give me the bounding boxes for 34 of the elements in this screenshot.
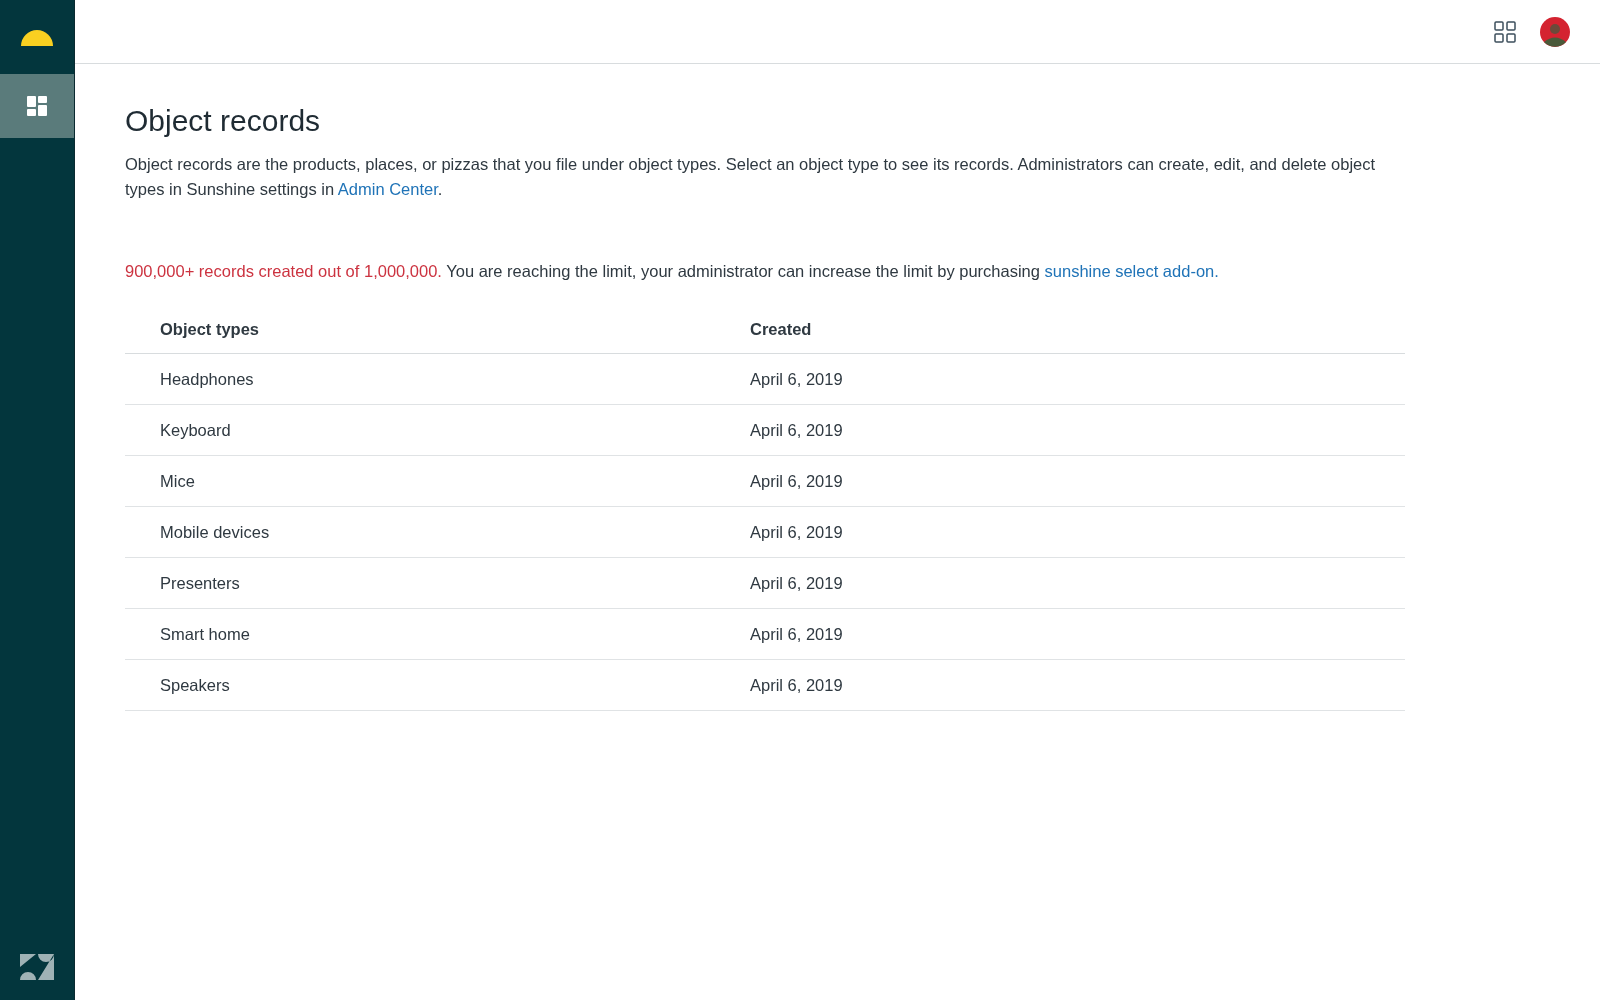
table-row[interactable]: Headphones April 6, 2019 xyxy=(125,354,1405,405)
column-header: Created xyxy=(750,319,813,339)
table-cell-text: April 6, 2019 xyxy=(750,369,844,389)
table-cell-text: April 6, 2019 xyxy=(750,522,844,542)
user-avatar[interactable] xyxy=(1540,16,1570,47)
table-row[interactable]: Speakers April 6, 2019 xyxy=(125,660,1405,711)
table-row[interactable]: Presenters April 6, 2019 xyxy=(125,558,1405,609)
table-cell-text: Speakers xyxy=(160,675,231,695)
limit-warning-text: 900,000+ records created out of 1,000,000. xyxy=(125,262,442,280)
table-cell-text: April 6, 2019 xyxy=(750,573,844,593)
column-header: Object types xyxy=(160,319,261,339)
admin-center-link[interactable]: Admin Center xyxy=(337,180,438,198)
table-cell-text: Presenters xyxy=(160,573,241,593)
table-row[interactable]: Smart home April 6, 2019 xyxy=(125,609,1405,660)
table-cell-text: April 6, 2019 xyxy=(750,420,844,440)
dashboard-icon xyxy=(27,96,47,116)
table-cell-text: Mobile devices xyxy=(160,522,271,542)
table-row[interactable]: Keyboard April 6, 2019 xyxy=(125,405,1405,456)
z-logo-icon[interactable] xyxy=(20,954,54,980)
table-cell-text: Mice xyxy=(160,471,196,491)
table-cell-text: Headphones xyxy=(160,369,255,389)
dashboard-nav-item[interactable] xyxy=(0,74,74,138)
table-row[interactable]: Mice April 6, 2019 xyxy=(125,456,1405,507)
add-on-link[interactable]: sunshine select add-on. xyxy=(1044,262,1219,280)
table-cell-text: Keyboard xyxy=(160,420,232,440)
table-cell-text: April 6, 2019 xyxy=(750,675,844,695)
description-text: Object records are the products, places, or pizzas that you file under object types. Select an object type to see its records. Administrators can create, edit, and delete object types in Sunshine settings in Admin Center. xyxy=(125,154,1377,200)
table-row[interactable]: Mobile devices April 6, 2019 xyxy=(125,507,1405,558)
page-title: Object records xyxy=(125,104,322,138)
table-cell-text: April 6, 2019 xyxy=(750,471,844,491)
apps-grid-icon[interactable] xyxy=(1494,20,1516,43)
limit-message-text: You are reaching the limit, your administrator can increase the limit by purchasing sunshine select add-on. xyxy=(446,262,1219,280)
table-cell-text: April 6, 2019 xyxy=(750,624,844,644)
table-cell-text: Smart home xyxy=(160,624,251,644)
